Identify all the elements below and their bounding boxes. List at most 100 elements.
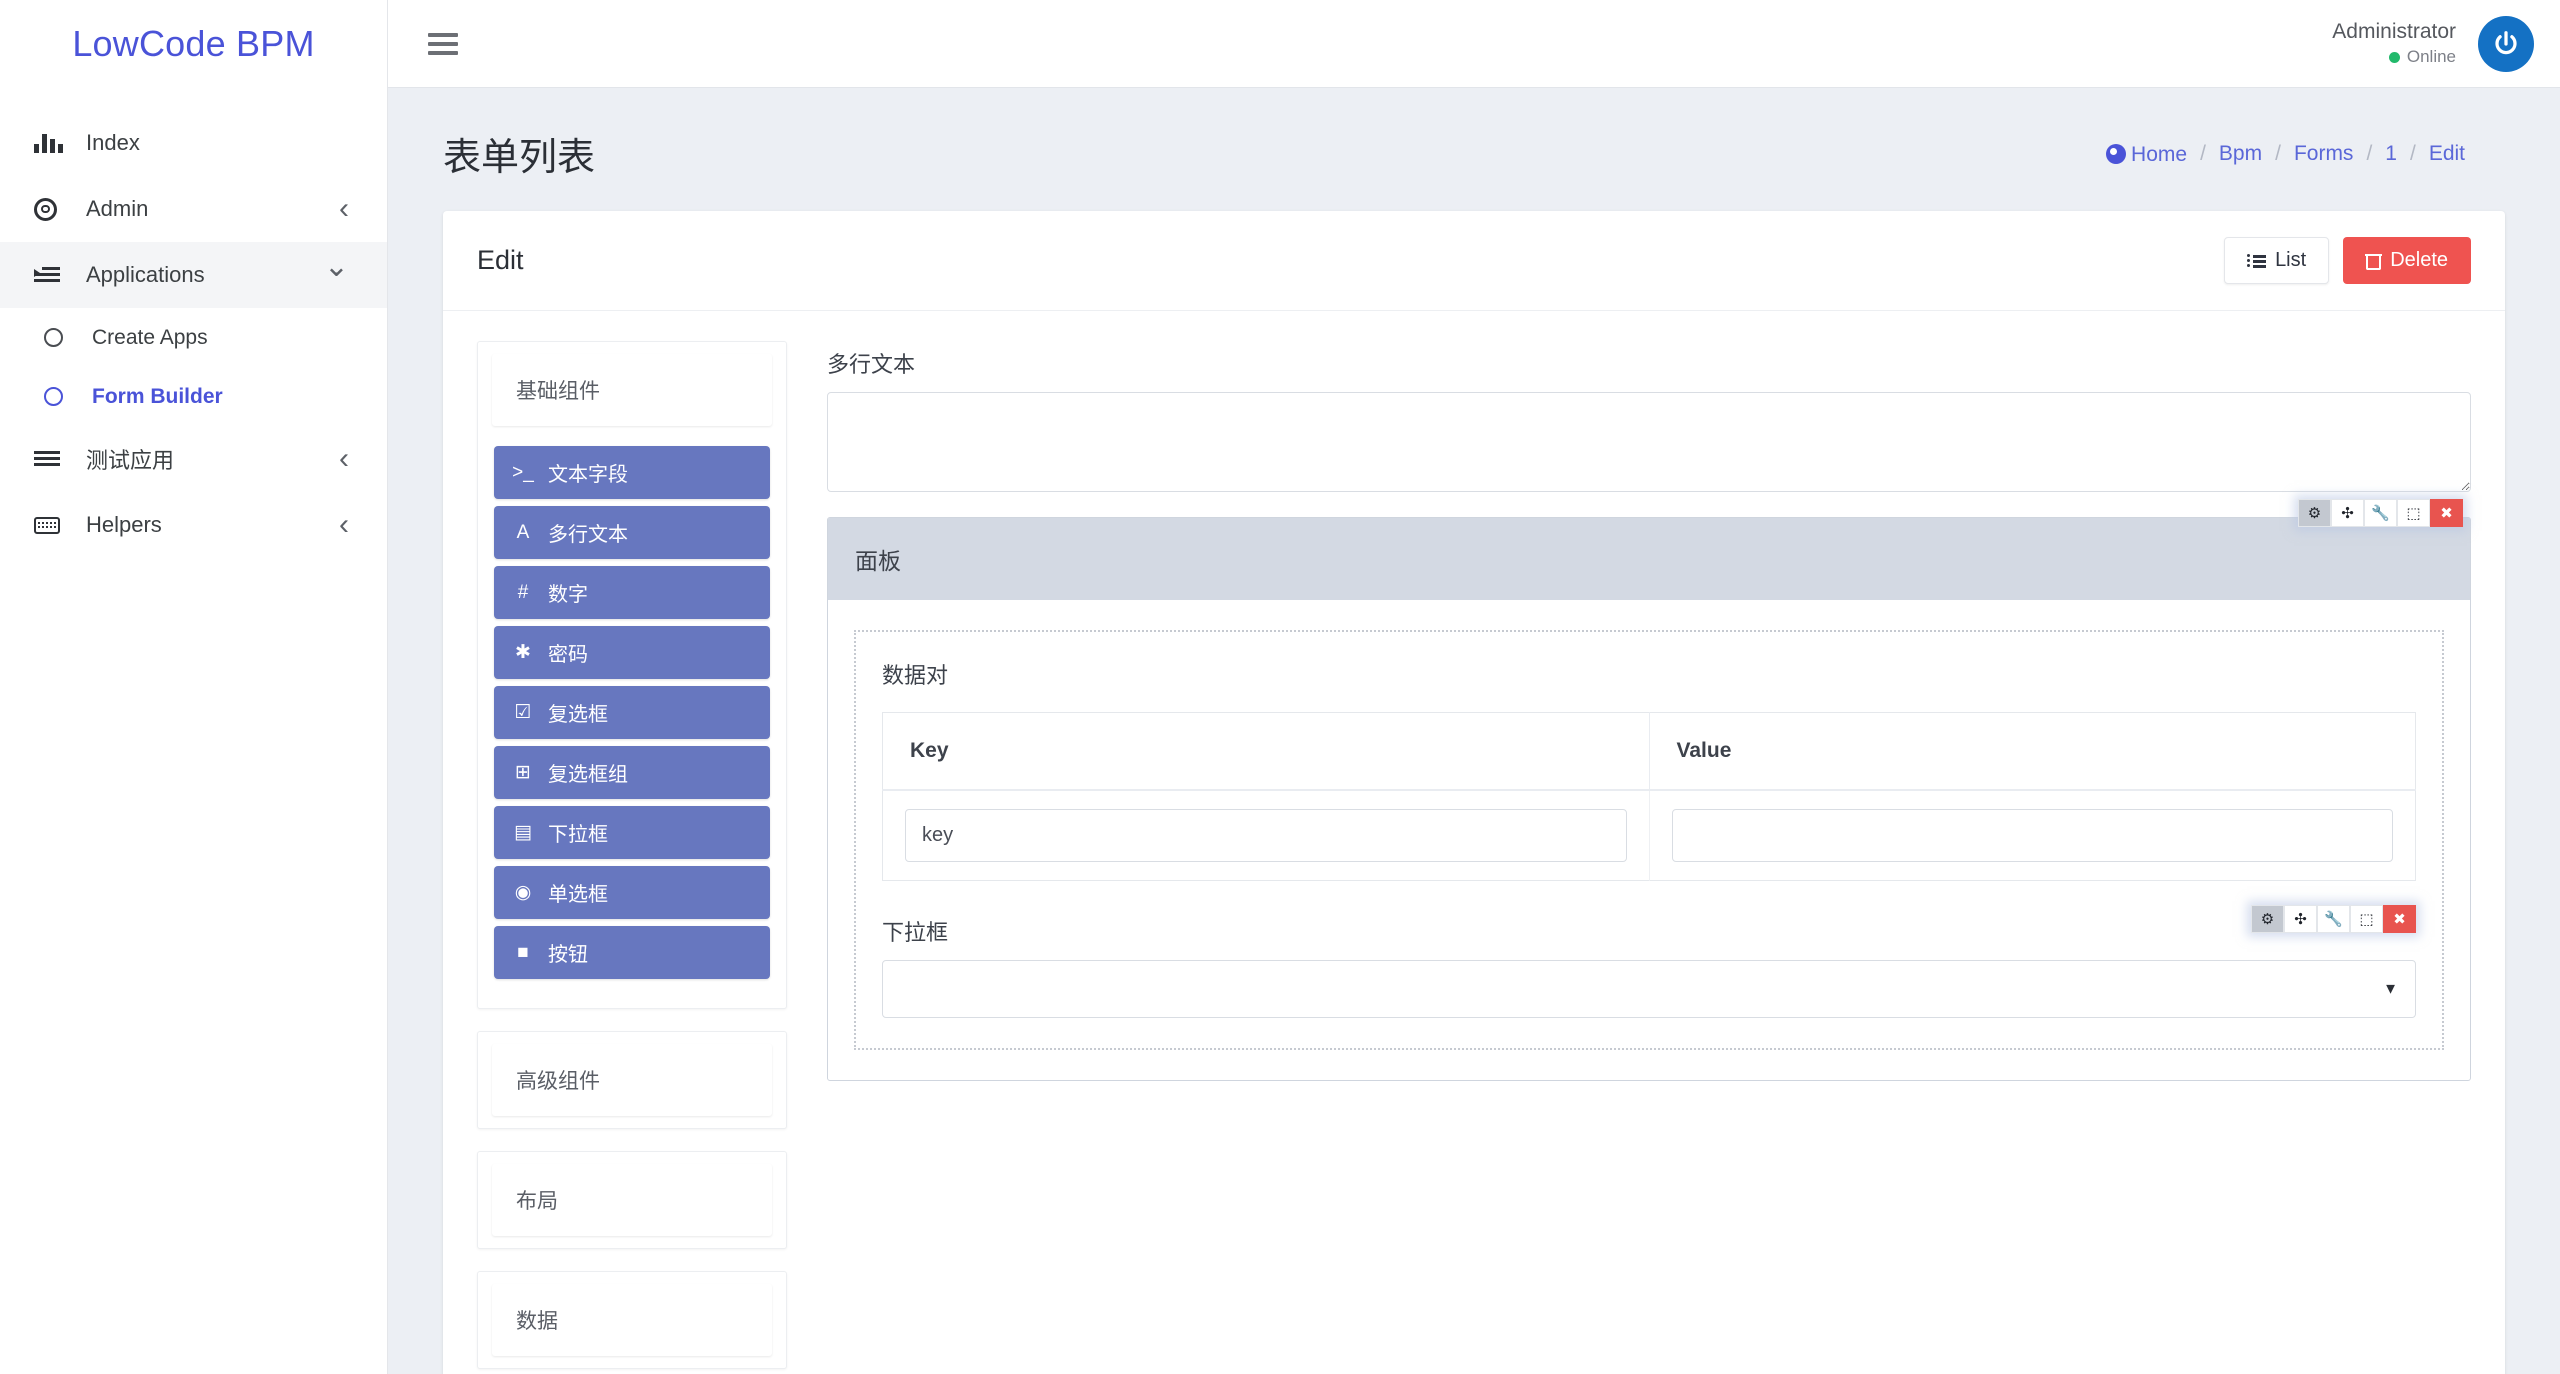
sidebar-item-admin[interactable]: Admin — [0, 176, 387, 242]
breadcrumb-forms[interactable]: Forms — [2294, 142, 2354, 166]
user-name: Administrator — [2332, 18, 2456, 46]
sidebar-item-index[interactable]: Index — [0, 110, 387, 176]
sidebar-item-test-app[interactable]: 测试应用 — [0, 426, 387, 492]
palette-section-basic: 基础组件 >_ 文本字段 A 多行文本 # 数字 — [477, 341, 787, 1009]
edit-card: Edit List Delete — [443, 211, 2505, 1374]
panel-toolbar: ⚙ ✣ 🔧 ⬚ ✖ — [2298, 499, 2463, 527]
square-icon: ■ — [512, 943, 534, 962]
palette-item-label: 复选框组 — [548, 758, 628, 787]
table-row — [883, 790, 2416, 881]
chevron-down-icon — [324, 260, 349, 290]
list-button[interactable]: List — [2224, 237, 2329, 284]
panel-header: 面板 — [828, 518, 2470, 600]
palette-item-label: 单选框 — [548, 878, 608, 907]
brand-logo[interactable]: LowCode BPM — [0, 0, 387, 88]
select-wrapper: ▼ — [882, 960, 2416, 1018]
palette-item-password[interactable]: ✱ 密码 — [494, 626, 770, 679]
sidebar-subitem-create-apps[interactable]: Create Apps — [0, 308, 387, 367]
page-header: 表单列表 Home / Bpm / Forms / 1 / Edit — [388, 88, 2560, 211]
card-actions: List Delete — [2224, 237, 2471, 284]
datapair-component: 数据对 Key Value — [882, 658, 2416, 881]
breadcrumb: Home / Bpm / Forms / 1 / Edit — [2106, 141, 2465, 167]
sidebar-item-applications[interactable]: Applications — [0, 242, 387, 308]
palette-item-textarea[interactable]: A 多行文本 — [494, 506, 770, 559]
close-icon[interactable]: ✖ — [2383, 905, 2416, 933]
datapair-table: Key Value — [882, 712, 2416, 881]
panel-dropzone[interactable]: 数据对 Key Value — [854, 630, 2444, 1050]
palette-section-header[interactable]: 布局 — [492, 1164, 772, 1236]
dashboard-icon — [2106, 144, 2126, 164]
key-input[interactable] — [905, 809, 1627, 862]
card-title: Edit — [477, 245, 524, 276]
select-input[interactable] — [882, 960, 2416, 1018]
status-label: Online — [2407, 46, 2456, 69]
cell-key — [883, 790, 1650, 881]
card-header: Edit List Delete — [443, 211, 2505, 311]
sidebar-item-label: Helpers — [74, 512, 339, 538]
user-menu[interactable]: Administrator Online — [2332, 16, 2534, 72]
panel-component: ⚙ ✣ 🔧 ⬚ ✖ 面板 数据对 — [827, 517, 2471, 1081]
lines-icon — [34, 446, 74, 472]
topbar: Administrator Online — [388, 0, 2560, 88]
copy-icon[interactable]: ⬚ — [2350, 905, 2383, 933]
sidebar: LowCode BPM Index Admin Applications — [0, 0, 388, 1374]
component-palette: 基础组件 >_ 文本字段 A 多行文本 # 数字 — [477, 341, 787, 1374]
palette-item-text-field[interactable]: >_ 文本字段 — [494, 446, 770, 499]
column-header-key: Key — [883, 713, 1650, 791]
copy-icon[interactable]: ⬚ — [2397, 499, 2430, 527]
letter-a-icon: A — [512, 523, 534, 542]
palette-item-select[interactable]: ▤ 下拉框 — [494, 806, 770, 859]
palette-item-radio[interactable]: ◉ 单选框 — [494, 866, 770, 919]
hamburger-icon[interactable] — [428, 33, 458, 55]
palette-section-layout: 布局 — [477, 1151, 787, 1249]
sidebar-item-helpers[interactable]: Helpers — [0, 492, 387, 558]
select-toolbar: ⚙ ✣ 🔧 ⬚ ✖ — [2251, 905, 2416, 933]
move-icon[interactable]: ✣ — [2331, 499, 2364, 527]
delete-button[interactable]: Delete — [2343, 237, 2471, 284]
page-title: 表单列表 — [443, 126, 595, 181]
textarea-input[interactable] — [827, 392, 2471, 492]
plus-box-icon: ⊞ — [512, 763, 534, 782]
delete-button-label: Delete — [2390, 249, 2448, 272]
cell-value — [1649, 790, 2416, 881]
sidebar-item-label: Admin — [74, 196, 339, 222]
circle-icon — [44, 328, 63, 347]
list-button-label: List — [2275, 249, 2306, 272]
breadcrumb-separator: / — [2410, 142, 2416, 166]
breadcrumb-home[interactable]: Home — [2106, 141, 2187, 167]
textarea-component: 多行文本 — [827, 347, 2471, 497]
close-icon[interactable]: ✖ — [2430, 499, 2463, 527]
palette-item-checkbox-group[interactable]: ⊞ 复选框组 — [494, 746, 770, 799]
power-icon — [2491, 29, 2521, 59]
status-dot-icon — [2389, 52, 2400, 63]
prompt-icon: >_ — [512, 463, 534, 482]
chart-bars-icon — [34, 130, 74, 156]
palette-item-number[interactable]: # 数字 — [494, 566, 770, 619]
sidebar-item-label: Index — [74, 130, 349, 156]
palette-section-header[interactable]: 基础组件 — [492, 354, 772, 426]
sidebar-subitem-form-builder[interactable]: Form Builder — [0, 367, 387, 426]
sidebar-subitem-label: Create Apps — [63, 326, 208, 350]
indent-list-icon — [34, 262, 74, 288]
breadcrumb-bpm[interactable]: Bpm — [2219, 142, 2262, 166]
palette-section-header[interactable]: 数据 — [492, 1284, 772, 1356]
move-icon[interactable]: ✣ — [2284, 905, 2317, 933]
avatar[interactable] — [2478, 16, 2534, 72]
breadcrumb-edit[interactable]: Edit — [2429, 142, 2465, 166]
select-component: ⚙ ✣ 🔧 ⬚ ✖ 下拉框 — [882, 915, 2416, 1018]
palette-section-header[interactable]: 高级组件 — [492, 1044, 772, 1116]
palette-item-label: 数字 — [548, 578, 588, 607]
gear-icon[interactable]: ⚙ — [2251, 905, 2284, 933]
palette-item-checkbox[interactable]: ☑ 复选框 — [494, 686, 770, 739]
panel-body: 数据对 Key Value — [828, 600, 2470, 1080]
hash-icon: # — [512, 583, 534, 602]
value-input[interactable] — [1672, 809, 2394, 862]
wrench-icon[interactable]: 🔧 — [2364, 499, 2397, 527]
palette-item-label: 文本字段 — [548, 458, 628, 487]
palette-section-body: >_ 文本字段 A 多行文本 # 数字 ✱ 密码 — [478, 438, 786, 1008]
palette-item-button[interactable]: ■ 按钮 — [494, 926, 770, 979]
gear-icon[interactable]: ⚙ — [2298, 499, 2331, 527]
wrench-icon[interactable]: 🔧 — [2317, 905, 2350, 933]
palette-item-label: 多行文本 — [548, 518, 628, 547]
breadcrumb-id[interactable]: 1 — [2385, 142, 2397, 166]
